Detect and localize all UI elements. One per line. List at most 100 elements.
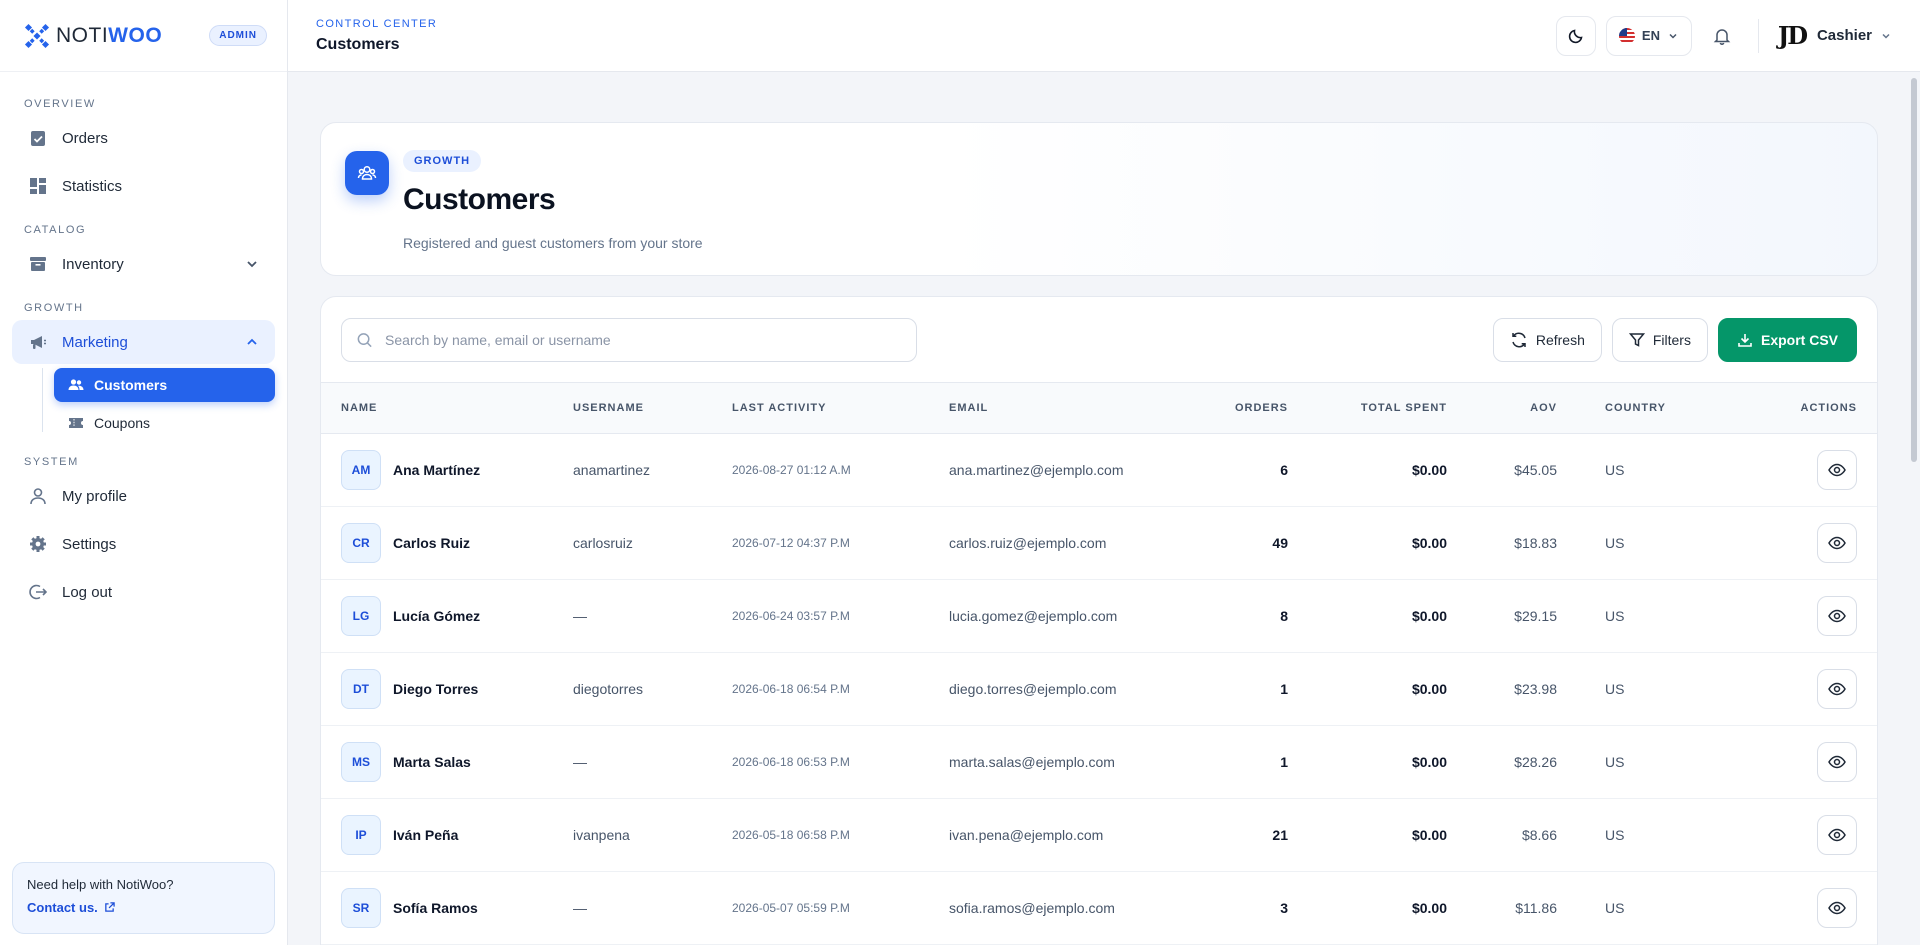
brand-bar: NOTIWOO ADMIN [0,0,287,72]
table-row[interactable]: AM Ana Martínez anamartinez 2026-08-27 0… [321,433,1877,507]
help-card: Need help with NotiWoo? Contact us. [12,862,275,934]
notifications-button[interactable] [1702,16,1742,56]
cell-total-spent: $0.00 [1296,725,1455,799]
col-email[interactable]: EMAIL [941,383,1171,434]
customer-name: Diego Torres [393,680,479,697]
search-input[interactable] [385,331,902,348]
sidebar-item-customers[interactable]: Customers [54,368,275,402]
sidebar-item-statistics[interactable]: Statistics [12,164,275,208]
logo-text-noti: NOTI [56,23,109,47]
cell-actions [1740,579,1877,653]
table-row[interactable]: MS Marta Salas — 2026-06-18 06:53 P.M ma… [321,725,1877,799]
archive-box-icon [28,254,48,274]
cell-aov: $23.98 [1455,652,1565,726]
cell-country: US [1565,506,1741,580]
cell-total-spent: $0.00 [1296,798,1455,872]
refresh-button[interactable]: Refresh [1492,317,1602,362]
topbar: CONTROL CENTER Customers EN JD Cashier [288,0,1920,72]
view-customer-button[interactable] [1817,887,1857,928]
sidebar-item-label: Inventory [62,255,124,273]
cell-orders: 21 [1171,798,1296,872]
col-total-spent[interactable]: TOTAL SPENT [1296,383,1455,434]
sidebar-item-settings[interactable]: Settings [12,522,275,566]
col-aov[interactable]: AOV [1455,383,1565,434]
clipboard-check-icon [28,128,48,148]
us-flag-icon [1618,27,1635,44]
col-country[interactable]: COUNTRY [1565,383,1741,434]
main-content: GROWTH Customers Registered and guest cu… [288,72,1920,945]
customer-initials: AM [341,449,381,490]
cell-name: CR Carlos Ruiz [321,506,565,580]
table-row[interactable]: DT Diego Torres diegotorres 2026-06-18 0… [321,652,1877,726]
cell-orders: 3 [1171,871,1296,945]
view-customer-button[interactable] [1817,595,1857,636]
cell-aov: $18.83 [1455,506,1565,580]
view-customer-button[interactable] [1817,741,1857,782]
refresh-label: Refresh [1535,331,1585,348]
search-box [341,317,917,362]
eye-icon [1828,609,1846,622]
view-customer-button[interactable] [1817,668,1857,709]
cell-actions [1740,871,1877,945]
user-icon [28,486,48,506]
cell-orders: 1 [1171,725,1296,799]
cell-country: US [1565,725,1741,799]
view-customer-button[interactable] [1817,814,1857,855]
chevron-down-icon [245,257,259,271]
col-name[interactable]: NAME [321,383,565,434]
cell-email: carlos.ruiz@ejemplo.com [941,506,1171,580]
logo[interactable]: NOTIWOO [24,23,162,49]
toolbar-buttons: Refresh Filters Export CSV [1492,317,1857,362]
table-row[interactable]: SR Sofía Ramos — 2026-05-07 05:59 P.M so… [321,871,1877,945]
eye-icon [1828,682,1846,695]
cell-name: DT Diego Torres [321,652,565,726]
sidebar-item-label: Coupons [94,415,151,431]
cell-aov: $8.66 [1455,798,1565,872]
sidebar-item-coupons[interactable]: Coupons [54,406,275,440]
topbar-divider [1757,18,1759,53]
table-row[interactable]: CR Carlos Ruiz carlosruiz 2026-07-12 04:… [321,506,1877,580]
view-customer-button[interactable] [1817,522,1857,563]
sidebar-item-logout[interactable]: Log out [12,570,275,614]
hero-title: Customers [403,183,556,216]
eye-icon [1828,463,1846,476]
language-selector[interactable]: EN [1605,15,1692,56]
cell-last-activity: 2026-07-12 04:37 P.M [724,506,941,580]
customer-initials: CR [341,522,381,563]
search-icon [357,332,372,347]
cell-last-activity: 2026-08-27 01:12 A.M [724,433,941,507]
cell-last-activity: 2026-05-18 06:58 P.M [724,798,941,872]
filters-button[interactable]: Filters [1611,317,1708,362]
export-csv-button[interactable]: Export CSV [1717,317,1857,362]
sidebar-item-profile[interactable]: My profile [12,474,275,518]
chevron-up-icon [245,335,259,349]
scrollbar[interactable] [1911,78,1917,462]
cell-actions [1740,652,1877,726]
customer-name: Carlos Ruiz [393,534,471,551]
theme-toggle-button[interactable] [1555,15,1596,56]
cell-actions [1740,725,1877,799]
cell-country: US [1565,433,1741,507]
table-row[interactable]: LG Lucía Gómez — 2026-06-24 03:57 P.M lu… [321,579,1877,653]
sidebar-item-inventory[interactable]: Inventory [12,242,275,286]
cell-orders: 1 [1171,652,1296,726]
ticket-icon [68,415,84,431]
sidebar-item-orders[interactable]: Orders [12,116,275,160]
customer-initials: DT [341,668,381,709]
view-customer-button[interactable] [1817,449,1857,490]
cell-total-spent: $0.00 [1296,506,1455,580]
table-row[interactable]: IP Iván Peña ivanpena 2026-05-18 06:58 P… [321,798,1877,872]
col-username[interactable]: USERNAME [565,383,724,434]
customers-table-card: Refresh Filters Export CSV NAME USERNAME… [320,296,1878,945]
bell-icon [1713,28,1731,45]
sidebar-item-marketing[interactable]: Marketing [12,320,275,364]
cell-actions [1740,433,1877,507]
col-orders[interactable]: ORDERS [1171,383,1296,434]
contact-link[interactable]: Contact us. [27,900,260,915]
dashboard-icon [28,176,48,196]
export-label: Export CSV [1760,331,1838,348]
customer-name: Ana Martínez [393,461,481,478]
user-menu[interactable]: JD Cashier [1775,19,1892,53]
col-last-activity[interactable]: LAST ACTIVITY [724,383,941,434]
page-header-card: GROWTH Customers Registered and guest cu… [320,122,1878,276]
